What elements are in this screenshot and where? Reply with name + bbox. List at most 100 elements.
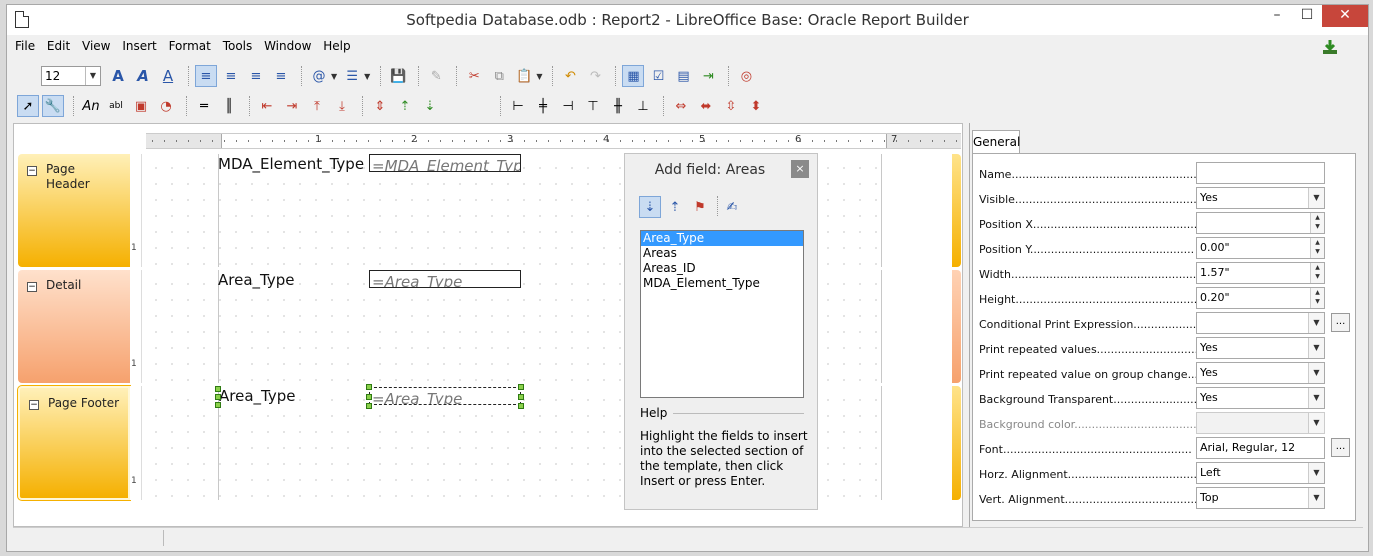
page-header-label[interactable]: − Page Header bbox=[18, 154, 130, 267]
property-value[interactable]: Yes ▼ bbox=[1196, 337, 1325, 359]
list-item[interactable]: Areas_ID bbox=[641, 261, 803, 276]
vertical-line-icon[interactable]: ║ bbox=[218, 95, 240, 117]
align-top-edges-icon[interactable]: ⊤ bbox=[582, 95, 604, 117]
chevron-down-icon[interactable]: ▼ bbox=[1308, 488, 1324, 508]
more-options-button[interactable]: ... bbox=[1331, 313, 1350, 332]
shrink-bottom-icon[interactable]: ⤓ bbox=[331, 95, 353, 117]
chevron-down-icon[interactable]: ▼ bbox=[1308, 413, 1324, 433]
font-size-select[interactable]: 12 ▼ bbox=[41, 66, 101, 86]
field-list[interactable]: Area_Type Areas Areas_ID MDA_Element_Typ… bbox=[640, 230, 804, 398]
image-control-icon[interactable]: ▣ bbox=[130, 95, 152, 117]
chart-control-icon[interactable]: ◔ bbox=[155, 95, 177, 117]
equal-width-icon[interactable]: ⇔ bbox=[670, 95, 692, 117]
align-left-icon[interactable]: ≡ bbox=[195, 65, 217, 87]
menu-insert[interactable]: Insert bbox=[122, 39, 156, 53]
selection-handle[interactable] bbox=[366, 384, 372, 390]
font-color-icon[interactable]: @ bbox=[308, 65, 330, 87]
field-label[interactable]: Area_Type bbox=[219, 387, 295, 405]
move-down-icon[interactable]: ⇣ bbox=[419, 95, 441, 117]
spin-button-icon[interactable]: ▲ ▼ bbox=[1310, 213, 1324, 233]
menu-window[interactable]: Window bbox=[264, 39, 311, 53]
design-mode-icon[interactable]: 🔧 bbox=[42, 95, 64, 117]
property-value[interactable]: ▲ ▼ bbox=[1196, 212, 1325, 234]
download-update-icon[interactable] bbox=[1322, 39, 1338, 55]
properties-icon[interactable]: ▤ bbox=[672, 65, 694, 87]
insert-field-icon[interactable]: ✍ bbox=[721, 196, 743, 218]
dialog-close-button[interactable]: × bbox=[791, 160, 809, 178]
property-value[interactable]: Yes ▼ bbox=[1196, 187, 1325, 209]
shrink-right-icon[interactable]: ⇥ bbox=[281, 95, 303, 117]
spin-button-icon[interactable]: ▲ ▼ bbox=[1310, 238, 1324, 258]
property-value[interactable]: ▼ bbox=[1196, 312, 1325, 334]
collapse-icon[interactable]: − bbox=[27, 166, 37, 176]
selection-handle[interactable] bbox=[518, 403, 524, 409]
paste-icon[interactable]: 📋 bbox=[513, 65, 535, 87]
text-box-icon[interactable]: abl bbox=[105, 95, 127, 117]
property-value[interactable]: Arial, Regular, 12 bbox=[1196, 437, 1325, 459]
spin-button-icon[interactable]: ▲ ▼ bbox=[1310, 263, 1324, 283]
underline-a-icon[interactable]: A bbox=[157, 65, 179, 87]
property-value[interactable]: Left ▼ bbox=[1196, 462, 1325, 484]
field-dialog-icon[interactable]: ☑ bbox=[647, 65, 669, 87]
page-footer-label[interactable]: − Page Footer bbox=[17, 385, 131, 501]
align-right-icon[interactable]: ≡ bbox=[245, 65, 267, 87]
undo-icon[interactable]: ↶ bbox=[559, 65, 581, 87]
property-value[interactable] bbox=[1196, 162, 1325, 184]
chevron-down-icon[interactable]: ▼ bbox=[1308, 388, 1324, 408]
chevron-down-icon[interactable]: ▼ bbox=[1308, 463, 1324, 483]
chevron-down-icon[interactable]: ▼ bbox=[1308, 363, 1324, 383]
redo-icon[interactable]: ↷ bbox=[584, 65, 606, 87]
align-left-edges-icon[interactable]: ⊢ bbox=[507, 95, 529, 117]
menu-file[interactable]: File bbox=[15, 39, 35, 53]
equal-height-max-icon[interactable]: ⬍ bbox=[745, 95, 767, 117]
edit-icon[interactable]: ✎ bbox=[425, 65, 447, 87]
more-options-button[interactable]: ... bbox=[1331, 438, 1350, 457]
menu-format[interactable]: Format bbox=[169, 39, 211, 53]
property-value[interactable]: Yes ▼ bbox=[1196, 362, 1325, 384]
save-icon[interactable]: 💾 bbox=[387, 65, 409, 87]
equal-height-icon[interactable]: ⇳ bbox=[720, 95, 742, 117]
field-textbox[interactable]: =MDA_Element_Type bbox=[369, 154, 521, 172]
selection-handle[interactable] bbox=[518, 384, 524, 390]
close-button[interactable]: ✕ bbox=[1322, 5, 1368, 27]
collapse-icon[interactable]: − bbox=[29, 400, 39, 410]
field-textbox[interactable]: =Area_Type bbox=[369, 270, 521, 288]
menu-tools[interactable]: Tools bbox=[223, 39, 253, 53]
equal-width-max-icon[interactable]: ⬌ bbox=[695, 95, 717, 117]
selection-handle[interactable] bbox=[215, 402, 221, 408]
move-up-icon[interactable]: ⇡ bbox=[394, 95, 416, 117]
bold-a-icon[interactable]: A bbox=[107, 65, 129, 87]
help-lifebuoy-icon[interactable]: ◎ bbox=[735, 65, 757, 87]
property-value[interactable]: Top ▼ bbox=[1196, 487, 1325, 509]
copy-icon[interactable]: ⧉ bbox=[488, 65, 510, 87]
remove-sort-icon[interactable]: ⚑ bbox=[689, 196, 711, 218]
navigator-icon[interactable]: ⇥ bbox=[697, 65, 719, 87]
chevron-down-icon[interactable]: ▼ bbox=[1308, 313, 1324, 333]
selection-handle[interactable] bbox=[366, 403, 372, 409]
property-value[interactable]: Yes ▼ bbox=[1196, 387, 1325, 409]
label-field-icon[interactable]: An bbox=[80, 95, 102, 117]
cut-icon[interactable]: ✂ bbox=[463, 65, 485, 87]
selection-handle[interactable] bbox=[215, 386, 221, 392]
chevron-down-icon[interactable]: ▼ bbox=[1308, 188, 1324, 208]
grid-icon[interactable]: ▦ bbox=[622, 65, 645, 87]
collapse-icon[interactable]: − bbox=[27, 282, 37, 292]
list-item[interactable]: Areas bbox=[641, 246, 803, 261]
line-spacing-icon[interactable]: ☰ bbox=[341, 65, 363, 87]
chevron-down-icon[interactable]: ▼ bbox=[1308, 338, 1324, 358]
shrink-top-icon[interactable]: ⤒ bbox=[306, 95, 328, 117]
property-value[interactable]: 0.20" ▲ ▼ bbox=[1196, 287, 1325, 309]
align-centers-icon[interactable]: ╪ bbox=[532, 95, 554, 117]
sort-ascending-icon[interactable]: ⇣ bbox=[639, 196, 661, 218]
spin-button-icon[interactable]: ▲ ▼ bbox=[1310, 288, 1324, 308]
field-label[interactable]: Area_Type bbox=[218, 271, 294, 289]
fit-height-icon[interactable]: ⇕ bbox=[369, 95, 391, 117]
list-item[interactable]: MDA_Element_Type bbox=[641, 276, 803, 291]
property-value[interactable]: 0.00" ▲ ▼ bbox=[1196, 237, 1325, 259]
list-item[interactable]: Area_Type bbox=[641, 231, 803, 246]
selection-handle[interactable] bbox=[215, 394, 221, 400]
horizontal-line-icon[interactable]: ═ bbox=[193, 95, 215, 117]
tab-general[interactable]: General bbox=[972, 130, 1020, 154]
select-pointer-icon[interactable]: ➚ bbox=[17, 95, 39, 117]
field-label[interactable]: MDA_Element_Type bbox=[218, 155, 364, 173]
